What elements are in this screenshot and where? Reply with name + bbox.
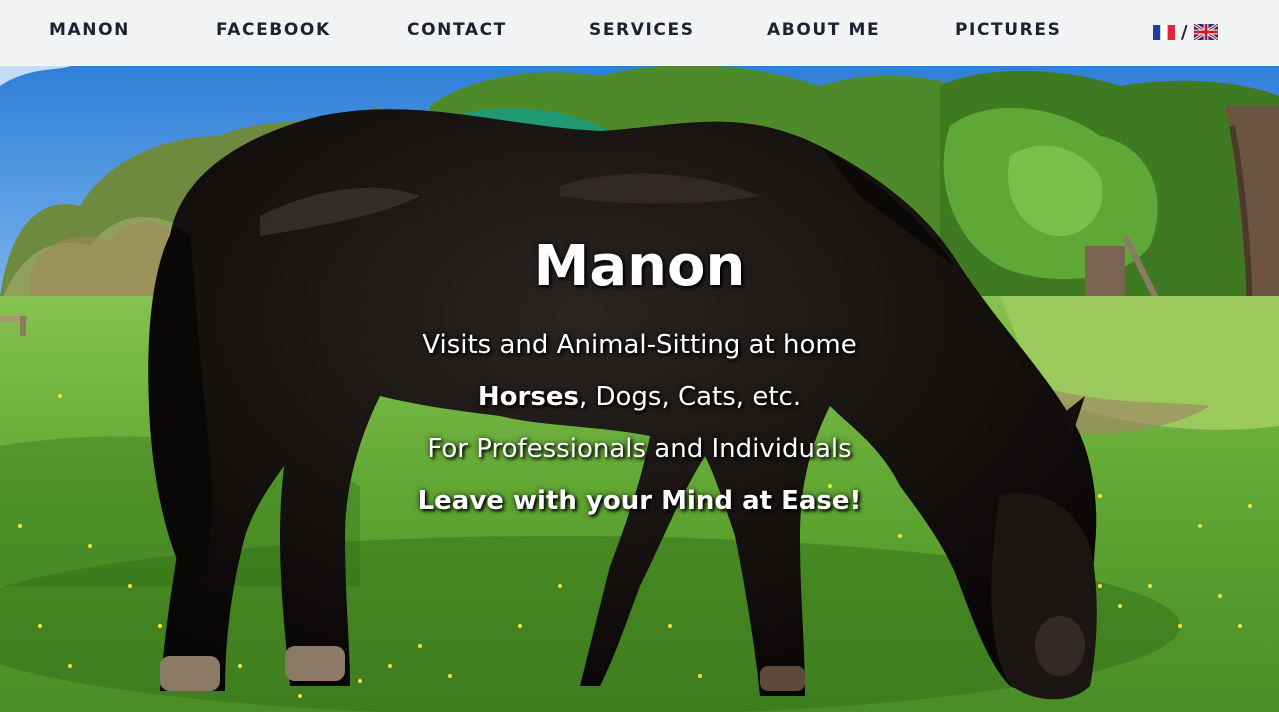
page: MANON FACEBOOK CONTACT SERVICES ABOUT ME… — [0, 0, 1279, 712]
french-flag-icon[interactable] — [1153, 24, 1175, 40]
nav-link-services[interactable]: SERVICES — [589, 20, 695, 40]
language-switcher: / — [1153, 21, 1218, 43]
nav-link-about-me[interactable]: ABOUT ME — [767, 20, 880, 40]
hero-tagline-others: , Dogs, Cats, etc. — [578, 382, 802, 412]
top-navbar: MANON FACEBOOK CONTACT SERVICES ABOUT ME… — [0, 0, 1279, 66]
hero-tagline-slogan: Leave with your Mind at Ease! — [417, 486, 862, 516]
nav-link-facebook[interactable]: FACEBOOK — [216, 20, 331, 40]
hero-tagline-horses: Horses — [477, 382, 579, 412]
nav-link-pictures[interactable]: PICTURES — [955, 20, 1061, 40]
hero-section: Manon Visits and Animal-Sitting at home … — [0, 66, 1279, 712]
language-separator: / — [1181, 21, 1188, 43]
hero-tagline-clients: For Professionals and Individuals — [427, 434, 852, 464]
hero-title: Manon — [533, 234, 746, 299]
uk-flag-icon[interactable] — [1193, 24, 1218, 40]
nav-link-contact[interactable]: CONTACT — [407, 20, 507, 40]
hero-tagline-visits: Visits and Animal-Sitting at home — [422, 330, 857, 360]
hero-tagline-animals: Horses, Dogs, Cats, etc. — [0, 382, 1279, 412]
nav-link-home[interactable]: MANON — [49, 20, 130, 40]
hero-text: Manon Visits and Animal-Sitting at home … — [0, 66, 1279, 712]
